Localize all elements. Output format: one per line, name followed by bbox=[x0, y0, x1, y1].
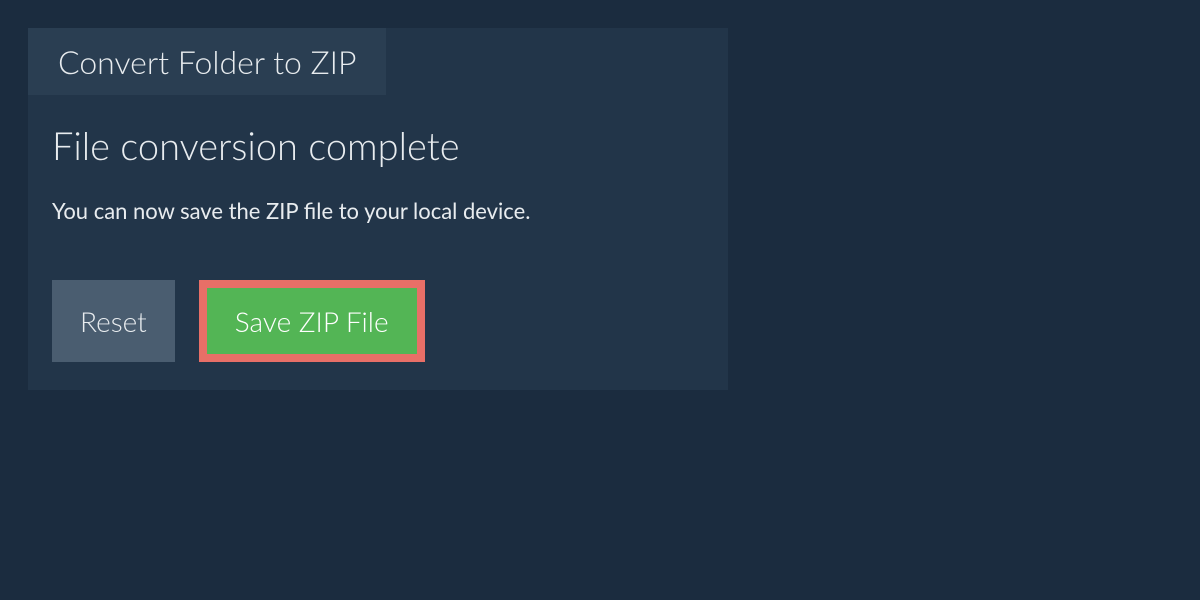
conversion-panel: Convert Folder to ZIP File conversion co… bbox=[28, 28, 728, 390]
save-zip-button[interactable]: Save ZIP File bbox=[199, 280, 425, 362]
reset-button[interactable]: Reset bbox=[52, 280, 175, 362]
panel-content: File conversion complete You can now sav… bbox=[28, 95, 728, 362]
tab-convert-folder[interactable]: Convert Folder to ZIP bbox=[28, 28, 386, 95]
action-buttons: Reset Save ZIP File bbox=[52, 280, 704, 362]
status-description: You can now save the ZIP file to your lo… bbox=[52, 197, 704, 224]
tab-title: Convert Folder to ZIP bbox=[58, 42, 356, 81]
status-heading: File conversion complete bbox=[52, 123, 704, 169]
